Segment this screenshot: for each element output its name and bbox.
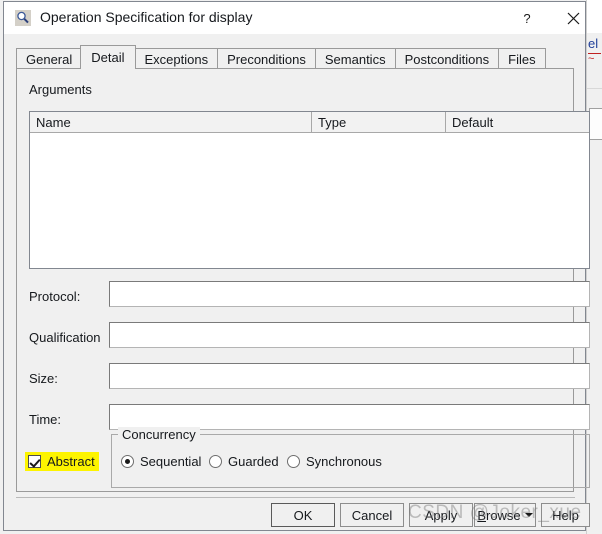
magnifier-icon	[15, 10, 31, 26]
background-window-text: el	[588, 36, 599, 51]
protocol-label: Protocol:	[29, 289, 81, 304]
arguments-table[interactable]: Name Type Default	[29, 111, 590, 269]
qualification-input[interactable]	[109, 322, 590, 348]
browse-button-label: Browse	[477, 508, 520, 523]
concurrency-title: Concurrency	[118, 427, 200, 442]
close-icon[interactable]	[550, 2, 596, 34]
abstract-checkbox[interactable]: Abstract	[25, 452, 99, 471]
table-header-row: Name Type Default	[30, 112, 589, 133]
radio-synchronous-label: Synchronous	[306, 454, 382, 469]
browse-rest-letters: rowse	[485, 507, 521, 523]
operation-specification-dialog: Operation Specification for display ? Ge…	[3, 1, 590, 531]
ok-button[interactable]: OK	[271, 503, 335, 527]
cancel-button[interactable]: Cancel	[340, 503, 404, 527]
radio-sequential-label: Sequential	[140, 454, 202, 469]
chevron-down-icon	[524, 513, 533, 517]
time-label: Time:	[29, 412, 62, 427]
footer-separator	[16, 497, 575, 498]
tab-strip-endcap	[544, 48, 546, 69]
tab-preconditions[interactable]: Preconditions	[217, 48, 315, 69]
radio-synchronous[interactable]: Synchronous	[287, 454, 382, 469]
title-bar[interactable]: Operation Specification for display ?	[4, 2, 585, 34]
background-window-squiggle: ~	[588, 53, 595, 65]
radio-indicator-icon	[209, 455, 222, 468]
background-window-separator	[587, 88, 602, 89]
browse-button[interactable]: Browse	[474, 503, 536, 527]
tab-strip[interactable]: General Detail Exceptions Preconditions …	[16, 45, 546, 69]
protocol-input[interactable]	[109, 281, 590, 307]
tab-postconditions[interactable]: Postconditions	[394, 48, 499, 69]
checkbox-indicator-icon	[28, 455, 41, 468]
help-button[interactable]: ?	[504, 2, 550, 34]
size-input[interactable]	[109, 363, 590, 389]
radio-indicator-icon	[121, 455, 134, 468]
size-label: Size:	[29, 371, 58, 386]
tab-semantics[interactable]: Semantics	[314, 48, 395, 69]
radio-indicator-icon	[287, 455, 300, 468]
abstract-label: Abstract	[47, 454, 95, 469]
tab-detail[interactable]: Detail	[80, 45, 136, 69]
column-header-name[interactable]: Name	[30, 112, 312, 133]
column-header-default[interactable]: Default	[446, 112, 589, 133]
table-body-empty[interactable]	[30, 133, 589, 268]
help-footer-button[interactable]: Help	[541, 503, 590, 527]
radio-guarded-label: Guarded	[228, 454, 279, 469]
tab-general[interactable]: General	[16, 48, 82, 69]
qualification-label: Qualification	[29, 330, 101, 345]
column-header-type[interactable]: Type	[312, 112, 446, 133]
tab-exceptions[interactable]: Exceptions	[134, 48, 218, 69]
radio-sequential[interactable]: Sequential	[121, 454, 201, 469]
browse-accel-letter: B	[477, 507, 486, 523]
radio-guarded[interactable]: Guarded	[209, 454, 279, 469]
screen: el ~ Operation Specification for display…	[0, 0, 602, 534]
tab-files[interactable]: Files	[498, 48, 545, 69]
apply-button[interactable]: Apply	[409, 503, 473, 527]
arguments-label: Arguments	[29, 82, 92, 97]
window-title: Operation Specification for display	[40, 9, 253, 25]
background-window-control[interactable]	[589, 108, 602, 140]
